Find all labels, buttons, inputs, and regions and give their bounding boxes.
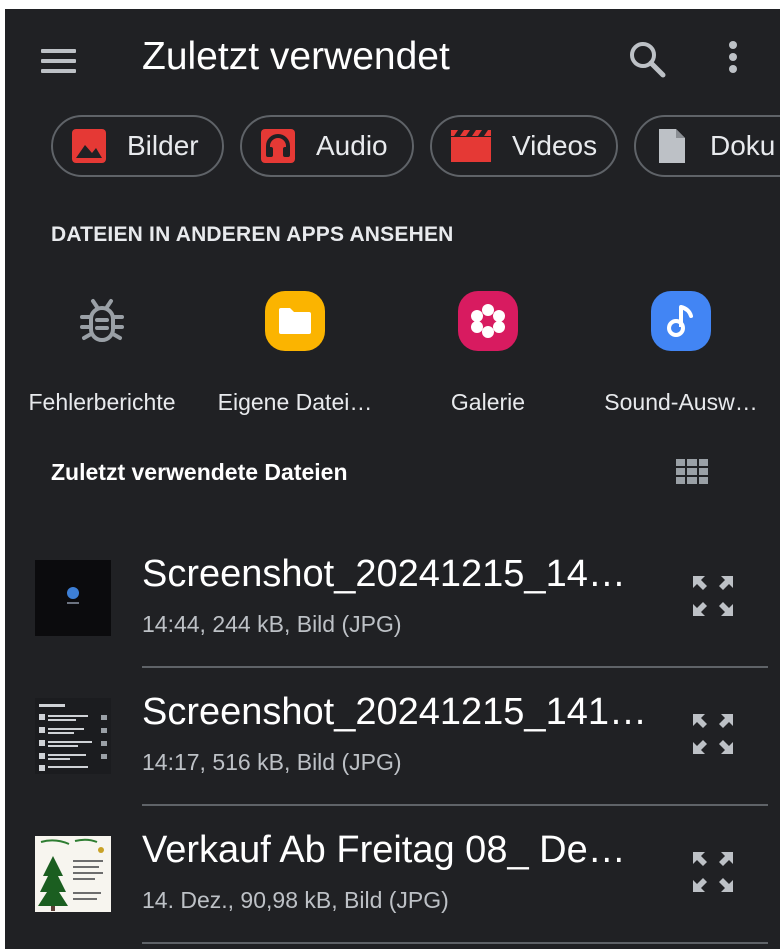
app-label: Eigene Datei…: [217, 389, 373, 415]
chip-label: Audio: [316, 130, 388, 161]
chip-label: Bilder: [127, 130, 199, 161]
file-meta: 14:44, 244 kB, Bild (JPG): [142, 611, 402, 637]
app-fehlerberichte[interactable]: Fehlerberichte: [7, 291, 197, 416]
chip-bilder[interactable]: Bilder: [51, 115, 224, 177]
app-label: Galerie: [450, 389, 526, 415]
divider: [142, 804, 768, 806]
chip-videos[interactable]: Videos: [430, 115, 618, 177]
page-title: Zuletzt verwendet: [142, 35, 450, 78]
chip-audio[interactable]: Audio: [240, 115, 414, 177]
expand-icon[interactable]: [689, 572, 737, 620]
app-galerie[interactable]: Galerie: [393, 291, 583, 416]
headphones-icon: [260, 128, 296, 164]
folder-icon: [265, 291, 325, 351]
clapperboard-icon: [450, 128, 492, 164]
file-meta: 14:17, 516 kB, Bild (JPG): [142, 749, 402, 775]
app-label: Fehlerberichte: [28, 389, 176, 415]
app-eigene-dateien[interactable]: Eigene Datei…: [200, 291, 390, 416]
file-row[interactable]: Verkauf Ab Freitag 08_ De… 14. Dez., 90,…: [5, 823, 780, 949]
search-icon[interactable]: [625, 37, 669, 81]
list-screenshot-thumbnail: [35, 698, 111, 774]
app-label: Sound-Ausw…: [604, 389, 758, 415]
app-screen: Zuletzt verwendet Bilder Audio Videos Do…: [5, 9, 780, 949]
chip-dokumente[interactable]: Doku: [634, 115, 780, 177]
file-meta: 14. Dez., 90,98 kB, Bild (JPG): [142, 887, 449, 913]
divider: [142, 666, 768, 668]
expand-icon[interactable]: [689, 710, 737, 758]
divider: [142, 942, 768, 944]
grid-view-icon[interactable]: [675, 458, 709, 486]
image-icon: [71, 128, 107, 164]
file-name: Verkauf Ab Freitag 08_ De…: [142, 829, 626, 871]
other-apps-heading: DATEIEN IN ANDEREN APPS ANSEHEN: [51, 223, 454, 246]
file-name: Screenshot_20241215_14…: [142, 553, 626, 595]
chip-label: Videos: [512, 130, 598, 161]
file-row[interactable]: Screenshot_20241215_141… 14:17, 516 kB, …: [5, 685, 780, 823]
app-sound-auswahl[interactable]: Sound-Ausw…: [586, 291, 776, 416]
music-note-icon: [651, 291, 711, 351]
bug-icon: [72, 291, 132, 351]
chip-label: Doku: [710, 130, 776, 161]
expand-icon[interactable]: [689, 848, 737, 896]
document-icon: [654, 128, 690, 164]
more-vert-icon[interactable]: [717, 37, 749, 81]
flower-icon: [458, 291, 518, 351]
file-name: Screenshot_20241215_141…: [142, 691, 647, 733]
hamburger-menu-icon[interactable]: [41, 45, 79, 77]
recent-files-heading: Zuletzt verwendete Dateien: [51, 459, 348, 485]
christmas-flyer-thumbnail: [35, 836, 111, 912]
dark-screenshot-thumbnail: [35, 560, 111, 636]
file-row[interactable]: Screenshot_20241215_14… 14:44, 244 kB, B…: [5, 547, 780, 685]
